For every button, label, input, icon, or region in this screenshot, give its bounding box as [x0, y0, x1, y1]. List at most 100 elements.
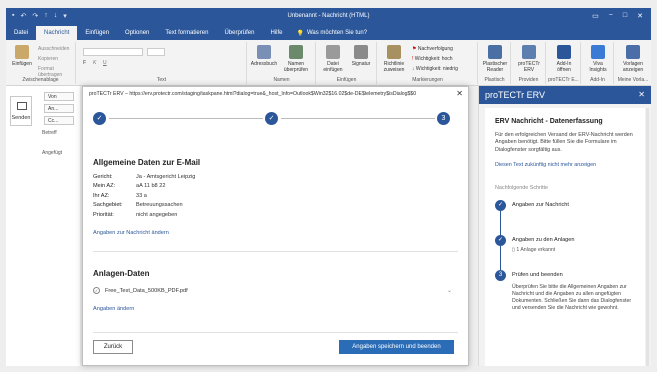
address-book-button[interactable]: Adressbuch	[250, 45, 278, 67]
open-addin-button[interactable]: Add-In öffnen	[550, 45, 578, 73]
low-importance-button[interactable]: ↓ Wichtigkeit: niedrig	[412, 66, 458, 72]
maximize-button[interactable]: □	[623, 12, 627, 20]
tab-review[interactable]: Überprüfen	[216, 26, 262, 40]
font-name-select[interactable]	[83, 48, 143, 56]
underline-button[interactable]: U	[103, 60, 107, 66]
group-label-immersive: Plastisch	[484, 77, 505, 83]
ribbon-display-button[interactable]: ▭	[592, 12, 599, 20]
copy-button[interactable]: Kopieren	[38, 56, 58, 62]
down-arrow-icon: ↓	[412, 66, 415, 72]
immersive-reader-label: Plastischer Reader	[482, 61, 508, 73]
assign-policy-button[interactable]: Richtlinie zuweisen	[380, 45, 408, 73]
address-book-icon	[257, 45, 271, 59]
clipboard-icon	[15, 45, 29, 59]
tab-message[interactable]: Nachricht	[36, 26, 78, 40]
attachment-row[interactable]: ✓ Free_Test_Data_500KB_PDF.pdf ⌄	[93, 287, 458, 294]
immersive-reader-button[interactable]: Plastischer Reader	[481, 45, 509, 73]
detail-value: 33 a	[136, 192, 147, 199]
open-addin-label: Add-In öffnen	[556, 61, 572, 73]
compose-area: Senden Von An... Cc... Betreff Angefügt	[6, 86, 80, 366]
viva-insights-label: Viva Insights	[589, 61, 607, 73]
ribbon: Einfügen Ausschneiden Kopieren Format üb…	[6, 40, 651, 86]
attach-file-button[interactable]: Datei einfügen	[319, 45, 347, 73]
group-open-addin: Add-In öffnen proTECTr E...	[547, 42, 581, 84]
edit-message-details-link[interactable]: Angaben zur Nachricht ändern	[93, 230, 458, 236]
dialog-close-button[interactable]: ✕	[456, 89, 463, 98]
cut-button[interactable]: Ausschneiden	[38, 46, 69, 52]
tell-me-text: Was möchten Sie tun?	[306, 30, 368, 36]
pane-step-3-description: Überprüfen Sie bitte die Allgemeinen Ang…	[512, 284, 632, 311]
cc-button[interactable]: Cc...	[44, 116, 74, 125]
step-connector	[500, 211, 501, 235]
detail-key: Gericht:	[93, 174, 113, 180]
follow-up-button[interactable]: ⚑ Nachverfolgung	[412, 46, 453, 52]
italic-button[interactable]: K	[93, 60, 96, 66]
hide-text-link[interactable]: Diesen Text zukünftig nicht mehr anzeige…	[495, 162, 596, 168]
progress-stepper: ✓ ✓ 3	[83, 109, 468, 129]
task-pane-card: ERV Nachricht - Datenerfassung Für den e…	[485, 108, 645, 366]
viva-insights-button[interactable]: Viva Insights	[584, 45, 612, 73]
high-importance-button[interactable]: ! Wichtigkeit: hoch	[412, 56, 453, 62]
flag-icon: ⚑	[412, 46, 417, 52]
attachments-section: Anlagen-Daten ✓ Free_Test_Data_500KB_PDF…	[93, 269, 458, 312]
next-steps-label: Nachfolgende Schritte	[495, 185, 549, 191]
protectr-icon	[522, 45, 536, 59]
address-book-label: Adressbuch	[250, 61, 278, 67]
task-pane-scrollbar[interactable]	[646, 108, 649, 366]
close-window-button[interactable]: ✕	[637, 12, 643, 20]
back-button[interactable]: Zurück	[93, 340, 133, 354]
tab-format-text[interactable]: Text formatieren	[157, 26, 216, 40]
step-connector	[281, 118, 435, 119]
edit-attachments-link[interactable]: Angaben ändern	[93, 306, 458, 312]
save-and-finish-button[interactable]: Angaben speichern und beenden	[339, 340, 454, 354]
tab-options[interactable]: Optionen	[117, 26, 157, 40]
reader-icon	[488, 45, 502, 59]
signature-button[interactable]: Signatur	[347, 45, 375, 67]
subject-label: Betreff	[42, 130, 57, 136]
group-insert: Datei einfügen Signatur Einfügen	[317, 42, 377, 84]
chevron-down-icon[interactable]: ⌄	[447, 287, 452, 294]
divider	[93, 332, 458, 333]
bold-button[interactable]: F	[83, 60, 86, 66]
send-button[interactable]: Senden	[10, 96, 32, 126]
assign-policy-label: Richtlinie zuweisen	[383, 61, 405, 73]
tab-insert[interactable]: Einfügen	[77, 26, 117, 40]
group-protectr: proTECTr ERV Providen	[512, 42, 546, 84]
check-names-label: Namen überprüfen	[283, 61, 309, 73]
group-label-names: Namen	[273, 77, 290, 83]
step-connector	[109, 118, 263, 119]
minimize-button[interactable]: −	[609, 12, 613, 20]
task-pane: proTECTr ERV ✕ ERV Nachricht - Datenerfa…	[478, 86, 651, 366]
pane-step-2-check: ✓	[495, 235, 506, 246]
attachment-filename: Free_Test_Data_500KB_PDF.pdf	[105, 287, 188, 294]
tab-file[interactable]: Datei	[6, 26, 36, 40]
from-button[interactable]: Von	[44, 92, 74, 101]
viva-icon	[591, 45, 605, 59]
paste-label: Einfügen	[12, 61, 32, 67]
task-pane-close-button[interactable]: ✕	[638, 90, 645, 99]
group-label-open-addin: proTECTr E...	[548, 77, 579, 83]
pane-step-3-number: 3	[495, 270, 506, 281]
check-names-button[interactable]: Namen überprüfen	[282, 45, 310, 73]
tab-help[interactable]: Hilfe	[262, 26, 290, 40]
tell-me-search[interactable]: 💡 Was möchten Sie tun?	[296, 30, 367, 37]
detail-value: aA 11 b8 22	[136, 183, 166, 190]
pane-step-2-label: Angaben zu den Anlagen	[512, 237, 575, 243]
font-size-select[interactable]	[147, 48, 165, 56]
group-tags: Richtlinie zuweisen ⚑ Nachverfolgung ! W…	[378, 42, 478, 84]
view-templates-label: Vorlagen anzeigen	[622, 61, 644, 73]
attachment-count: 1 Anlage erkannt	[516, 247, 556, 253]
check-names-icon	[289, 45, 303, 59]
group-immersive: Plastischer Reader Plastisch	[479, 42, 511, 84]
high-importance-label: Wichtigkeit: hoch	[414, 56, 453, 62]
detail-key: Priorität:	[93, 211, 114, 218]
protectr-erv-button[interactable]: proTECTr ERV	[515, 45, 543, 73]
group-label-tags: Markierungen	[412, 77, 443, 83]
pane-step-1-check: ✓	[495, 200, 506, 211]
protectr-erv-label: proTECTr ERV	[518, 61, 540, 73]
to-button[interactable]: An...	[44, 104, 74, 113]
view-templates-button[interactable]: Vorlagen anzeigen	[619, 45, 647, 73]
paste-button[interactable]: Einfügen	[8, 45, 36, 67]
task-pane-header: proTECTr ERV ✕	[479, 86, 651, 104]
templates-icon	[626, 45, 640, 59]
